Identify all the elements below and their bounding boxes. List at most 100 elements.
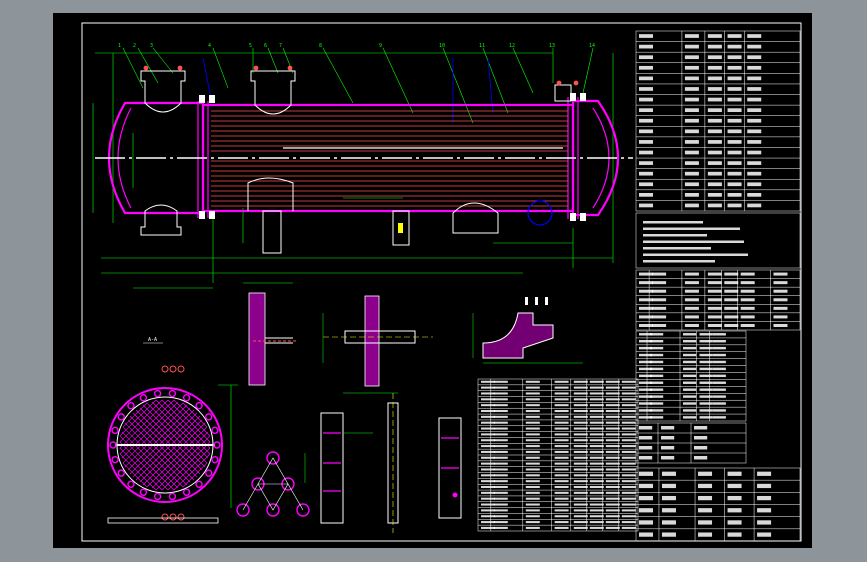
table-cell-mark bbox=[621, 439, 636, 442]
table-cell-mark bbox=[747, 150, 762, 155]
table-cell-mark bbox=[589, 485, 604, 489]
table-cell-mark bbox=[525, 526, 540, 529]
flange-bolt-hole bbox=[139, 393, 148, 402]
table-cell-mark bbox=[699, 402, 713, 405]
table-cell-mark bbox=[773, 289, 788, 293]
table-cell-mark bbox=[573, 503, 588, 506]
flange-bolt-hole bbox=[211, 455, 219, 464]
table-cell-mark bbox=[684, 193, 699, 197]
table-cell-mark bbox=[525, 503, 540, 506]
table-cell-mark bbox=[481, 409, 495, 413]
table-cell-mark bbox=[683, 402, 697, 405]
table-cell-mark bbox=[554, 521, 569, 524]
table-cell-mark bbox=[727, 87, 742, 91]
table-cell-mark bbox=[493, 445, 508, 448]
table-cell-mark bbox=[639, 508, 653, 513]
svg-text:12: 12 bbox=[509, 43, 515, 49]
table-cell-mark bbox=[554, 503, 569, 506]
table-cell-mark bbox=[639, 161, 653, 165]
table-cell-mark bbox=[525, 515, 540, 518]
table-cell-mark bbox=[525, 433, 540, 436]
table-cell-mark bbox=[639, 298, 653, 302]
table-cell-mark bbox=[493, 462, 508, 465]
table-cell-mark bbox=[589, 491, 604, 494]
table-cell-mark bbox=[712, 416, 726, 419]
table-cell-mark bbox=[727, 150, 742, 155]
table-cell-mark bbox=[652, 289, 667, 293]
table-cell-mark bbox=[650, 333, 664, 336]
table-cell-mark bbox=[639, 203, 653, 208]
table-cell-mark bbox=[573, 404, 588, 407]
table-cell-mark bbox=[573, 421, 588, 424]
table-cell-mark bbox=[525, 427, 540, 430]
table-cell-mark bbox=[773, 281, 788, 285]
table-cell-mark bbox=[639, 34, 653, 38]
flange-bolt-hole bbox=[139, 488, 148, 497]
table-cell-mark bbox=[554, 450, 569, 453]
table-cell-mark bbox=[554, 445, 569, 448]
table-cell-mark bbox=[683, 346, 697, 350]
table-cell-mark bbox=[589, 445, 604, 448]
table-cell-mark bbox=[747, 129, 762, 134]
table-cell-mark bbox=[652, 306, 667, 310]
table-cell-mark bbox=[757, 520, 772, 525]
table-cell-mark bbox=[724, 306, 739, 310]
table-cell-mark bbox=[554, 474, 569, 477]
table-cell-mark bbox=[589, 450, 604, 453]
table-cell-mark bbox=[525, 474, 540, 477]
table-cell-mark bbox=[683, 388, 697, 391]
table-cell-mark bbox=[493, 450, 508, 453]
table-cell-mark bbox=[573, 392, 588, 395]
table-cell-mark bbox=[707, 298, 722, 302]
table-cell-mark bbox=[650, 353, 664, 357]
table-cell-mark bbox=[493, 386, 508, 389]
table-cell-mark bbox=[621, 491, 636, 494]
table-cell-mark bbox=[554, 480, 569, 483]
table-cell-mark bbox=[639, 520, 653, 525]
table-cell-mark bbox=[694, 436, 708, 440]
table-cell-mark bbox=[699, 333, 713, 336]
table-cell-mark bbox=[727, 471, 742, 476]
table-cell-mark bbox=[605, 386, 620, 389]
table-cell-mark bbox=[639, 306, 653, 310]
outlet-nozzle-bottom bbox=[452, 202, 499, 234]
table-cell-mark bbox=[481, 392, 495, 395]
table-cell-mark bbox=[605, 392, 620, 395]
table-cell-mark bbox=[747, 140, 762, 144]
table-cell-mark bbox=[698, 483, 713, 489]
inlet-nozzle-left bbox=[140, 70, 186, 113]
table-cell-mark bbox=[707, 118, 722, 123]
table-cell-mark bbox=[639, 483, 653, 489]
table-cell-mark bbox=[639, 446, 653, 450]
table-cell-mark bbox=[724, 289, 739, 293]
table-cell-mark bbox=[639, 315, 653, 319]
table-cell-mark bbox=[707, 272, 722, 276]
table-cell-mark bbox=[573, 386, 588, 389]
table-cell-mark bbox=[573, 468, 588, 471]
table-cell-mark bbox=[493, 421, 508, 424]
table-cell-mark bbox=[661, 446, 675, 450]
table-cell-mark bbox=[639, 182, 653, 187]
table-cell-mark bbox=[605, 521, 620, 524]
table-cell-mark bbox=[683, 340, 697, 343]
table-cell-mark bbox=[481, 480, 495, 483]
table-cell-mark bbox=[699, 381, 713, 384]
svg-text:5: 5 bbox=[249, 43, 252, 49]
table-cell-mark bbox=[684, 140, 699, 144]
table-cell-mark bbox=[699, 360, 713, 364]
flange-bolt-hole bbox=[182, 393, 191, 402]
table-cell-mark bbox=[605, 474, 620, 477]
table-cell-mark bbox=[605, 480, 620, 483]
table-cell-mark bbox=[639, 289, 653, 293]
table-cell-mark bbox=[605, 509, 620, 512]
table-cell-mark bbox=[684, 315, 699, 319]
table-cell-mark bbox=[699, 374, 713, 378]
table-cell-mark bbox=[525, 404, 540, 407]
table-cell-mark bbox=[589, 480, 604, 483]
table-cell-mark bbox=[605, 380, 620, 383]
table-cell-mark bbox=[639, 281, 653, 285]
table-cell-mark bbox=[525, 415, 540, 418]
table-cell-mark bbox=[694, 446, 708, 450]
table-cell-mark bbox=[621, 503, 636, 506]
table-cell-mark bbox=[727, 129, 742, 134]
